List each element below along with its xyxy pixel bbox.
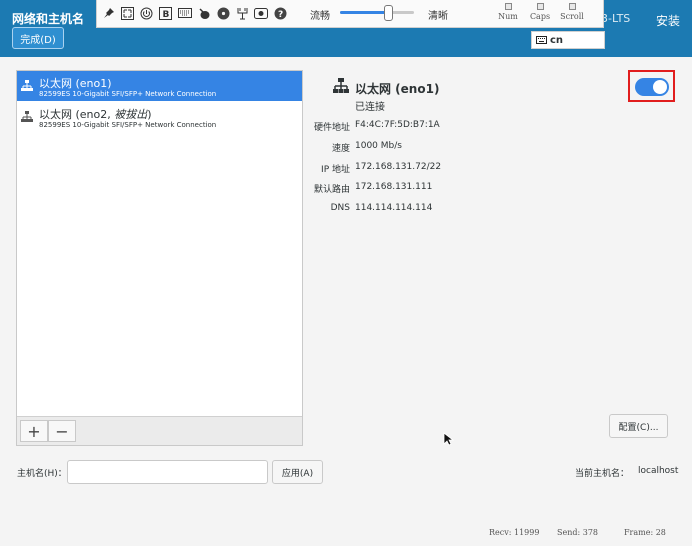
configure-button[interactable]: 配置(C)... bbox=[609, 414, 668, 438]
pin-icon[interactable] bbox=[101, 5, 117, 21]
fullscreen-icon[interactable] bbox=[119, 5, 135, 21]
slider-left-label: 流畅 bbox=[310, 11, 330, 22]
send-counter: Send: 378 bbox=[557, 528, 598, 537]
num-lock-indicator: Num bbox=[490, 3, 526, 21]
ip-address-value: 172.168.131.72/22 bbox=[355, 162, 442, 172]
bold-b-icon[interactable]: B bbox=[157, 5, 173, 21]
remove-interface-button[interactable]: − bbox=[48, 420, 76, 442]
current-hostname-value: localhost bbox=[638, 466, 679, 476]
connection-status: 已连接 bbox=[355, 102, 385, 113]
hostname-input[interactable] bbox=[67, 460, 268, 484]
connection-toggle[interactable] bbox=[635, 78, 669, 96]
quality-slider-handle[interactable] bbox=[384, 5, 393, 21]
scroll-lock-indicator: Scroll bbox=[554, 3, 590, 21]
record-icon[interactable] bbox=[253, 5, 269, 21]
interface-description: 82599ES 10-Gigabit SFI/SFP+ Network Conn… bbox=[39, 121, 217, 129]
dns-label: DNS bbox=[330, 203, 350, 213]
power-icon[interactable] bbox=[138, 5, 154, 21]
default-route-label: 默认路由 bbox=[313, 185, 350, 195]
interface-item-eno2[interactable]: 以太网 (eno2, 被拔出) 82599ES 10-Gigabit SFI/S… bbox=[17, 102, 302, 132]
interface-item-eno1[interactable]: 以太网 (eno1) 82599ES 10-Gigabit SFI/SFP+ N… bbox=[17, 71, 302, 101]
mouse-pointer-icon bbox=[443, 432, 455, 446]
highlight-frame bbox=[628, 70, 675, 102]
toggle-knob bbox=[653, 80, 667, 94]
usb-icon[interactable] bbox=[234, 5, 250, 21]
hardware-address-value: F4:4C:7F:5D:B7:1A bbox=[355, 120, 440, 130]
svg-text:B: B bbox=[162, 10, 169, 20]
caps-lock-indicator: Caps bbox=[522, 3, 558, 21]
recv-counter: Recv: 11999 bbox=[489, 528, 540, 537]
interface-name: 以太网 (eno1) bbox=[39, 77, 112, 90]
slider-right-label: 清晰 bbox=[428, 11, 448, 22]
speed-label: 速度 bbox=[331, 144, 350, 154]
quality-slider-fill bbox=[340, 11, 389, 14]
hardware-address-label: 硬件地址 bbox=[313, 123, 350, 133]
interface-list-toolbar: + − bbox=[17, 416, 302, 445]
keyboard-icon bbox=[536, 36, 547, 44]
network-disconnected-icon bbox=[21, 111, 33, 122]
disc-icon[interactable] bbox=[215, 5, 231, 21]
page-title: 网络和主机名 bbox=[12, 12, 85, 26]
interface-name: 以太网 (eno2, 被拔出) bbox=[39, 108, 152, 121]
keyboard-icon[interactable] bbox=[177, 5, 193, 21]
apply-button[interactable]: 应用(A) bbox=[272, 460, 323, 484]
remote-viewer-toolbar: B ? 流畅 清晰 Num Caps Scroll bbox=[96, 0, 604, 28]
interface-list: 以太网 (eno1) 82599ES 10-Gigabit SFI/SFP+ N… bbox=[16, 70, 303, 446]
hostname-label: 主机名(H)： bbox=[17, 469, 67, 479]
help-icon[interactable]: ? bbox=[272, 5, 288, 21]
network-wired-icon bbox=[21, 80, 33, 91]
keyboard-layout-indicator[interactable]: cn bbox=[531, 31, 605, 49]
network-wired-icon bbox=[333, 78, 349, 93]
done-button[interactable]: 完成(D) bbox=[12, 27, 64, 49]
keyboard-layout-value: cn bbox=[550, 34, 564, 46]
ip-address-label: IP 地址 bbox=[321, 165, 350, 175]
quality-slider[interactable] bbox=[340, 11, 414, 14]
dns-value: 114.114.114.114 bbox=[355, 203, 433, 213]
speed-value: 1000 Mb/s bbox=[355, 141, 402, 151]
default-route-value: 172.168.131.111 bbox=[355, 182, 433, 192]
current-hostname-label: 当前主机名： bbox=[575, 469, 630, 479]
mouse-icon[interactable] bbox=[196, 5, 212, 21]
frame-counter: Frame: 28 bbox=[624, 528, 666, 537]
add-interface-button[interactable]: + bbox=[20, 420, 48, 442]
detail-title: 以太网 (eno1) bbox=[355, 82, 440, 96]
install-label: 安装 bbox=[655, 14, 680, 28]
svg-text:?: ? bbox=[278, 10, 283, 20]
interface-description: 82599ES 10-Gigabit SFI/SFP+ Network Conn… bbox=[39, 90, 217, 98]
